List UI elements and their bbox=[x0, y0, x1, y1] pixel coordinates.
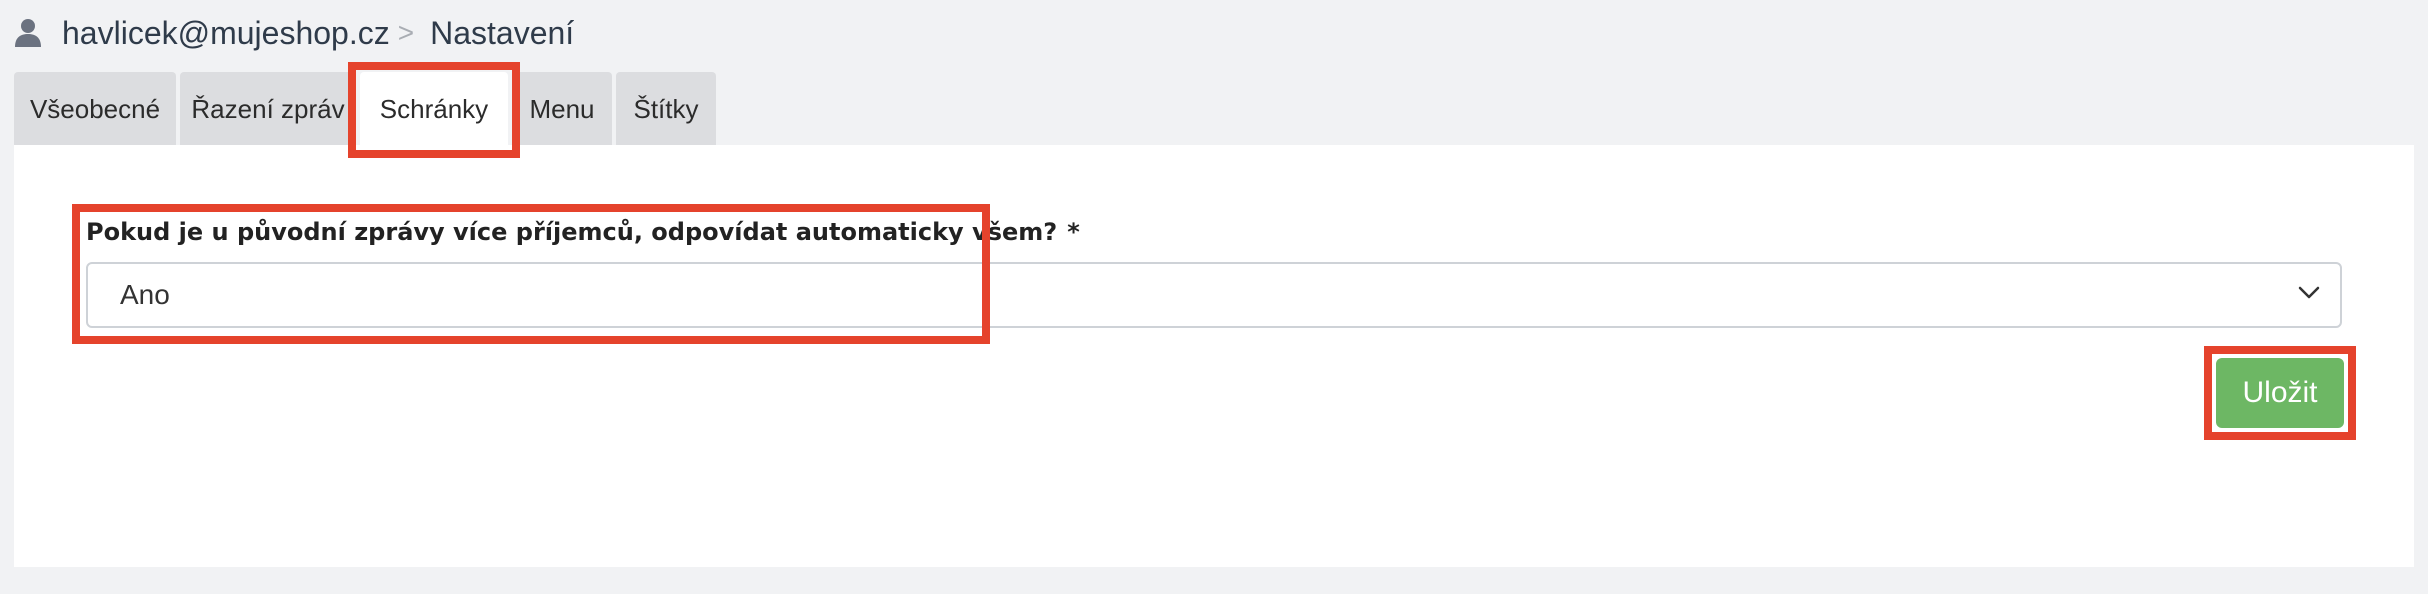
reply-all-select[interactable]: Ano bbox=[86, 262, 2342, 328]
breadcrumb: havlicek@mujeshop.cz > Nastavení bbox=[14, 10, 574, 56]
reply-all-label-text: Pokud je u původní zprávy více příjemců,… bbox=[86, 218, 1058, 246]
settings-panel bbox=[14, 145, 2414, 567]
reply-all-selected-value: Ano bbox=[120, 279, 170, 310]
tab-razeni-zprav[interactable]: Řazení zpráv bbox=[180, 72, 356, 146]
reply-all-label: Pokud je u původní zprávy více příjemců,… bbox=[86, 218, 1080, 246]
page-title: Nastavení bbox=[430, 14, 575, 51]
tab-schranky[interactable]: Schránky bbox=[360, 72, 508, 146]
user-icon bbox=[14, 18, 42, 48]
tab-stitky[interactable]: Štítky bbox=[616, 72, 716, 146]
required-mark: * bbox=[1067, 218, 1080, 246]
chevron-down-icon bbox=[2298, 286, 2320, 300]
settings-tabs: Všeobecné Řazení zpráv Schránky Menu Ští… bbox=[14, 72, 716, 146]
tab-vseobecne[interactable]: Všeobecné bbox=[14, 72, 176, 146]
tab-menu[interactable]: Menu bbox=[512, 72, 612, 146]
breadcrumb-account[interactable]: havlicek@mujeshop.cz bbox=[62, 15, 390, 52]
save-button[interactable]: Uložit bbox=[2216, 358, 2344, 428]
breadcrumb-separator: > bbox=[397, 17, 415, 48]
